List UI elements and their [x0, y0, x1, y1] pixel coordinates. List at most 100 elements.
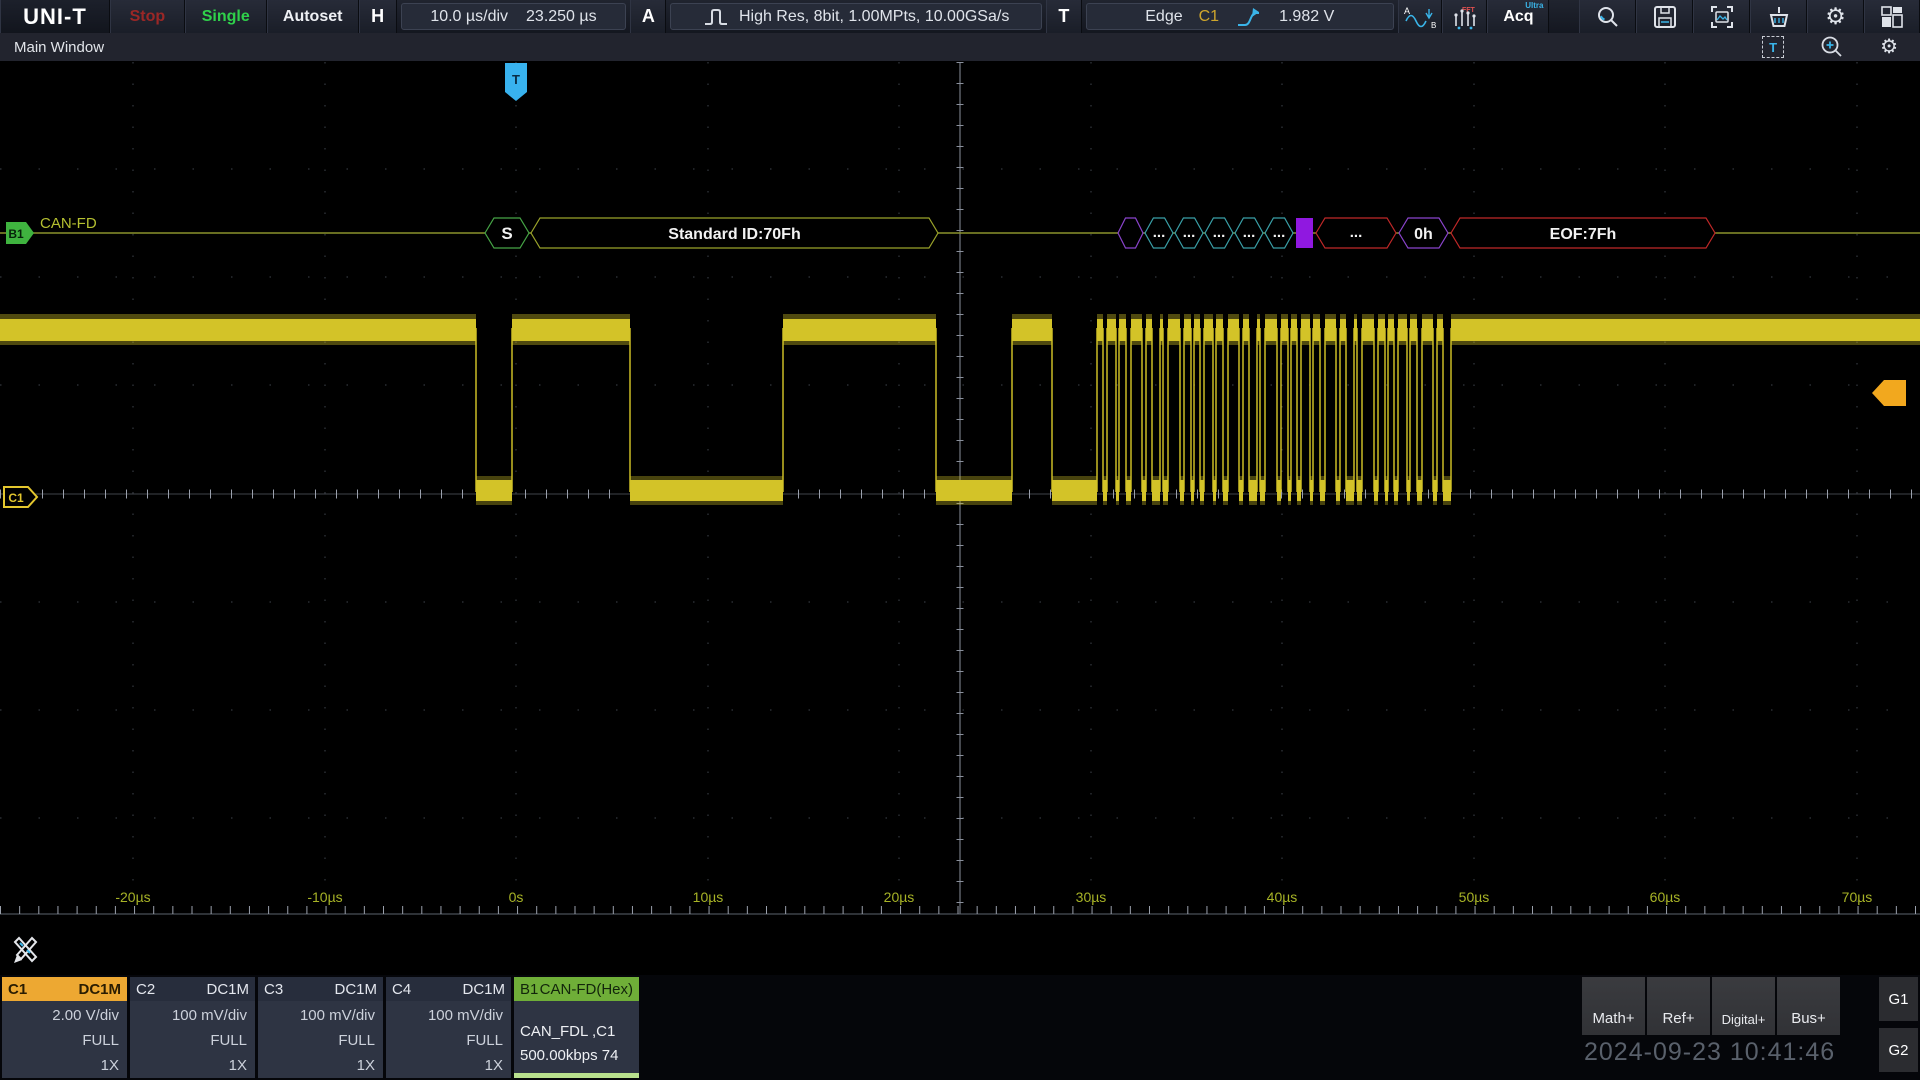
- trigger-level-marker[interactable]: [1872, 380, 1906, 406]
- svg-text:T: T: [512, 72, 520, 87]
- status-bar: C1DC1M2.00 V/divFULL1XC2DC1M100 mV/divFU…: [0, 975, 1920, 1080]
- decode-frame-label: ...: [1273, 224, 1286, 241]
- svg-text:30µs: 30µs: [1076, 889, 1107, 905]
- ultra-badge: Ultra: [1525, 1, 1543, 10]
- window-layout-icon[interactable]: [1864, 0, 1920, 33]
- decode-frame-label: ...: [1153, 224, 1166, 241]
- acq-ultra-button[interactable]: Acq Ultra: [1487, 0, 1549, 33]
- bus-add-button[interactable]: Bus+: [1777, 977, 1840, 1035]
- run-stop-button[interactable]: Stop: [110, 0, 185, 33]
- fft-icon[interactable]: FFT: [1442, 0, 1488, 33]
- screenshot-icon[interactable]: [1693, 0, 1750, 33]
- svg-text:70µs: 70µs: [1842, 889, 1873, 905]
- svg-text:50µs: 50µs: [1459, 889, 1490, 905]
- svg-text:B1: B1: [8, 227, 24, 241]
- bus-id: B1: [520, 981, 538, 998]
- channel-setting: 1X: [386, 1053, 511, 1078]
- channel-card-c3[interactable]: C3 DC1M 100 mV/divFULL1X: [258, 977, 383, 1078]
- digital-add-button[interactable]: Digital+: [1712, 977, 1775, 1035]
- autoset-button[interactable]: Autoset: [267, 0, 359, 33]
- channel-coupling: DC1M: [334, 981, 377, 998]
- channel-coupling: DC1M: [78, 981, 121, 998]
- channel-setting: 100 mV/div: [258, 1003, 383, 1028]
- trigger-source: C1: [1199, 8, 1219, 26]
- channel-setting: 1X: [130, 1053, 255, 1078]
- pulse-icon: [703, 6, 729, 28]
- decode-frame-label: ...: [1183, 224, 1196, 241]
- decode-frame-label: Standard ID:70Fh: [668, 226, 800, 243]
- channel-id: C3: [264, 981, 283, 998]
- channel-setting: 1X: [2, 1053, 127, 1078]
- ref-add-button[interactable]: Ref+: [1647, 977, 1710, 1035]
- channel-setting: 100 mV/div: [130, 1003, 255, 1028]
- channel-setting: 100 mV/div: [386, 1003, 511, 1028]
- datetime-label: 2024-09-23 10:41:46: [1584, 1038, 1835, 1067]
- channel-setting: FULL: [258, 1028, 383, 1053]
- settings-gear-icon[interactable]: ⚙: [1807, 0, 1864, 33]
- trigger-key-button[interactable]: T: [1046, 0, 1082, 33]
- display-settings-gear-icon[interactable]: ⚙: [1880, 37, 1898, 57]
- svg-text:A: A: [1404, 6, 1410, 16]
- decode-frame-label: ...: [1243, 224, 1256, 241]
- basket-icon[interactable]: [1750, 0, 1807, 33]
- window-title: Main Window: [0, 39, 1762, 56]
- channel-coupling: DC1M: [206, 981, 249, 998]
- bus-mode: CAN-FD(Hex): [540, 981, 633, 998]
- trigger-level: 1.982 V: [1279, 8, 1334, 26]
- main-window-bar: Main Window T ⚙: [0, 33, 1920, 62]
- channel-card-c1[interactable]: C1 DC1M 2.00 V/divFULL1X: [2, 977, 127, 1078]
- bus-card-b1[interactable]: B1CAN-FD(Hex) CAN_FDL ,C1500.00kbps 74: [514, 977, 639, 1078]
- channel-setting: 2.00 V/div: [2, 1003, 127, 1028]
- acquire-mode-text: High Res, 8bit, 1.00MPts, 10.00GSa/s: [739, 8, 1009, 26]
- svg-text:C1: C1: [8, 491, 24, 505]
- single-button[interactable]: Single: [185, 0, 267, 33]
- channel-setting: FULL: [2, 1028, 127, 1053]
- horizontal-info[interactable]: 10.0 µs/div 23.250 µs: [401, 3, 627, 30]
- svg-text:60µs: 60µs: [1650, 889, 1681, 905]
- brand-logo: UNI-T: [0, 0, 110, 33]
- svg-text:0s: 0s: [509, 889, 524, 905]
- bus-bitrate: 500.00kbps 74: [520, 1044, 618, 1068]
- channel-card-c2[interactable]: C2 DC1M 100 mV/divFULL1X: [130, 977, 255, 1078]
- channel-id: C1: [8, 981, 27, 998]
- channel-setting: 1X: [258, 1053, 383, 1078]
- trigger-info[interactable]: Edge C1 1.982 V: [1086, 3, 1394, 30]
- markers: T C1: [4, 63, 1906, 507]
- decode-frame-label: ...: [1213, 224, 1226, 241]
- svg-text:B: B: [1431, 21, 1436, 30]
- acquire-key-button[interactable]: A: [630, 0, 666, 33]
- svg-text:10µs: 10µs: [693, 889, 724, 905]
- svg-text:-20µs: -20µs: [115, 889, 150, 905]
- waveform-display[interactable]: -20µs -10µs 0s 10µs 20µs 30µs 40µs 50µs 60µs 70µs…: [0, 62, 1920, 975]
- trigger-position-icon[interactable]: T: [1762, 36, 1784, 58]
- channel-setting: FULL: [130, 1028, 255, 1053]
- group-button-g1[interactable]: G1: [1879, 977, 1918, 1021]
- decode-frame-label: ...: [1350, 224, 1363, 241]
- group-button-g2[interactable]: G2: [1879, 1028, 1918, 1072]
- horizontal-key-button[interactable]: H: [359, 0, 397, 33]
- decode-frame-label: S: [501, 224, 512, 243]
- time-axis-labels: -20µs -10µs 0s 10µs 20µs 30µs 40µs 50µs 60µs 70µs: [115, 889, 1872, 905]
- save-icon[interactable]: [1636, 0, 1693, 33]
- annotation-tools-icon[interactable]: [8, 930, 42, 966]
- oscilloscope-screen: { "toolbar": { "logo": "UNI-T", "run_sta…: [0, 0, 1920, 1080]
- scope-graticule: -20µs -10µs 0s 10µs 20µs 30µs 40µs 50µs 60µs 70µs…: [0, 62, 1920, 975]
- waveform-ab-icon[interactable]: A B: [1398, 0, 1442, 33]
- channel-id: C2: [136, 981, 155, 998]
- channel-id: C4: [392, 981, 411, 998]
- math-add-button[interactable]: Math+: [1582, 977, 1645, 1035]
- channel-coupling: DC1M: [462, 981, 505, 998]
- decode-frame-label: 0h: [1414, 226, 1433, 243]
- bus-config: CAN_FDL ,C1: [520, 1020, 618, 1044]
- acquire-info[interactable]: High Res, 8bit, 1.00MPts, 10.00GSa/s: [670, 3, 1042, 30]
- bus-progress-bar: [514, 1073, 639, 1078]
- svg-text:20µs: 20µs: [884, 889, 915, 905]
- rising-edge-icon: [1235, 5, 1263, 29]
- top-toolbar: UNI-T Stop Single Autoset H 10.0 µs/div …: [0, 0, 1920, 33]
- channel-card-c4[interactable]: C4DC1M100 mV/divFULL1X: [386, 977, 511, 1078]
- svg-text:-10µs: -10µs: [307, 889, 342, 905]
- svg-text:40µs: 40µs: [1267, 889, 1298, 905]
- search-icon[interactable]: [1579, 0, 1636, 33]
- bus-protocol-label: CAN-FD: [40, 215, 97, 232]
- zoom-in-icon[interactable]: [1820, 35, 1844, 59]
